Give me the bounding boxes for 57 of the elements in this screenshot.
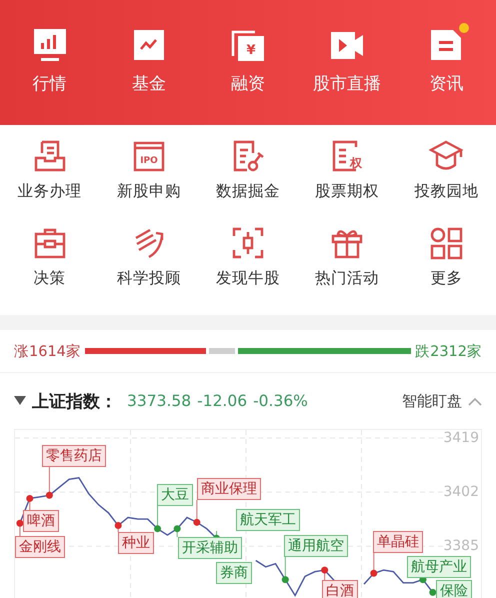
sector-tag[interactable]: 白酒 [322,580,358,598]
sector-tag[interactable]: 保险 [436,580,472,598]
shortcut-item[interactable]: 权 股票期权 [298,139,397,202]
sector-tag[interactable]: 零售药店 [42,445,106,467]
index-change: -12.06 [197,392,248,410]
sector-tag[interactable]: 券商 [216,562,252,584]
shortcut-item[interactable]: IPO 新股申购 [99,139,198,202]
marker-dot [26,494,34,502]
shortcut-item[interactable]: 数据掘金 [198,139,298,202]
sector-tag[interactable]: 种业 [118,532,154,554]
sector-tag[interactable]: 金刚线 [15,536,65,558]
nav-item[interactable]: 资讯 [396,22,496,95]
dropdown-triangle-icon[interactable] [14,396,26,406]
sector-tag[interactable]: 商业保理 [197,478,261,500]
sector-tag[interactable]: 开采辅助 [178,537,242,559]
sector-tag[interactable]: 啤酒 [23,510,59,532]
nav-item[interactable]: 股市直播 [298,22,397,95]
index-name: 上证指数： [32,390,117,412]
sector-tag[interactable]: 大豆 [157,484,193,506]
nav-item[interactable]: 行情 [0,22,100,95]
grid-icon [429,226,464,260]
decliners-count: 跌2312家 [415,342,482,360]
shortcut-item[interactable]: 热门活动 [298,226,397,289]
bar-chart-icon [32,28,67,62]
index-percent: -0.36% [253,392,308,410]
index-price: 3373.58 [127,392,192,410]
shortcut-item[interactable]: 科学投顾 [99,226,198,289]
marker-dot [114,522,122,529]
toolbox-icon [32,226,67,260]
marker-dot [174,525,181,532]
shortcut-item[interactable]: 投教园地 [396,139,496,202]
sector-tag[interactable]: 通用航空 [284,535,348,557]
nav-item[interactable]: 基金 [99,22,198,95]
sector-tag[interactable]: 航天军工 [236,509,300,531]
marker-dot [370,570,378,577]
ipo-card-icon: IPO [132,139,166,173]
shortcut-item[interactable]: 业务办理 [0,139,100,202]
marker-dot [16,520,24,527]
marker-dot [154,525,162,532]
sector-tag[interactable]: 航母产业 [407,556,471,578]
smart-watch-button[interactable]: 智能盯盘 [402,392,482,410]
tray-icon [32,139,67,173]
marker-dot [429,588,436,596]
document-icon [429,28,464,62]
marker-dot [46,492,53,499]
advancers-count: 涨1614家 [14,342,81,360]
marker-dot [282,576,289,584]
nav-item[interactable]: ¥ 融资 [198,22,298,95]
candlestick-focus-icon [230,226,265,260]
trend-chart-icon [132,28,166,62]
shortcut-item[interactable]: 决策 [0,226,100,289]
marker-dot [321,566,328,574]
shortcut-item[interactable]: 更多 [396,226,496,289]
marker-dot [193,518,200,526]
shortcut-item[interactable]: 发现牛股 [198,226,298,289]
sector-tag[interactable]: 单晶硅 [373,531,423,553]
caret-up-icon [468,396,482,406]
